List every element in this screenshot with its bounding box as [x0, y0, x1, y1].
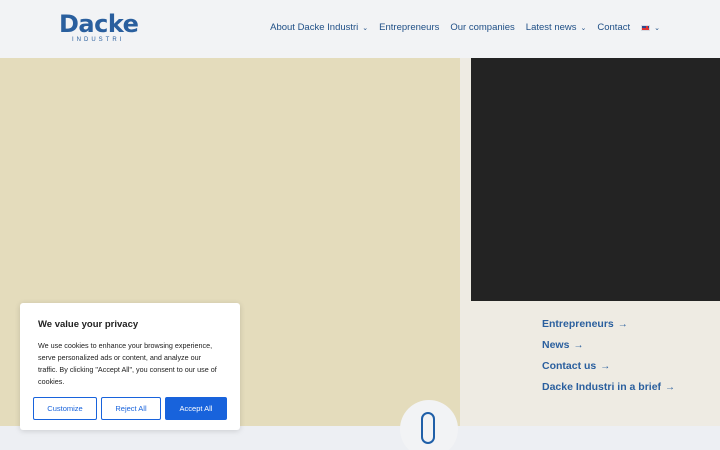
link-contact-us-label: Contact us: [542, 360, 597, 372]
cookie-consent-dialog: We value your privacy We use cookies to …: [20, 303, 240, 430]
chevron-down-icon: ⌄: [580, 24, 587, 32]
mouse-scroll-icon: [421, 412, 435, 444]
chevron-down-icon: ⌄: [654, 24, 660, 32]
link-contact-us[interactable]: Contact us →: [542, 359, 675, 373]
customize-button[interactable]: Customize: [33, 397, 97, 420]
nav-entrepreneurs-label: Entrepreneurs: [379, 22, 440, 33]
nav-contact[interactable]: Contact: [597, 22, 630, 33]
accept-all-button[interactable]: Accept All: [165, 397, 227, 420]
arrow-right-icon: →: [617, 318, 628, 330]
link-news[interactable]: News →: [542, 338, 675, 352]
video-panel: [471, 58, 720, 301]
cookie-title: We value your privacy: [38, 319, 139, 330]
cookie-text: We use cookies to enhance your browsing …: [38, 341, 217, 386]
logo[interactable]: Dacke INDUSTRI: [59, 10, 139, 43]
uk-flag-icon: [641, 24, 651, 31]
link-entrepreneurs[interactable]: Entrepreneurs →: [542, 317, 675, 331]
cookie-actions: Customize Reject All Accept All: [33, 397, 227, 420]
link-in-brief-label: Dacke Industri in a brief: [542, 381, 662, 393]
language-switcher[interactable]: ⌄: [641, 24, 660, 32]
main-nav: About Dacke Industri ⌄ Entrepreneurs Our…: [270, 22, 660, 33]
nav-entrepreneurs[interactable]: Entrepreneurs: [379, 22, 439, 33]
arrow-right-icon: →: [600, 360, 611, 372]
nav-about[interactable]: About Dacke Industri ⌄: [270, 22, 368, 33]
nav-latest-news-label: Latest news: [525, 22, 577, 33]
reject-all-button[interactable]: Reject All: [101, 397, 161, 420]
chevron-down-icon: ⌄: [362, 24, 369, 32]
nav-contact-label: Contact: [597, 22, 631, 33]
quick-links: Entrepreneurs → News → Contact us → Dack…: [542, 317, 675, 394]
logo-wordmark: Dacke: [59, 10, 139, 38]
arrow-right-icon: →: [665, 381, 676, 393]
nav-latest-news[interactable]: Latest news ⌄: [526, 22, 587, 33]
site-header: Dacke INDUSTRI About Dacke Industri ⌄ En…: [0, 0, 720, 58]
panel-gap: [460, 58, 471, 301]
nav-about-label: About Dacke Industri: [270, 22, 359, 33]
arrow-right-icon: →: [573, 339, 584, 351]
link-entrepreneurs-label: Entrepreneurs: [542, 318, 614, 330]
nav-our-companies[interactable]: Our companies: [450, 22, 514, 33]
link-in-brief[interactable]: Dacke Industri in a brief →: [542, 380, 675, 394]
link-news-label: News: [542, 339, 570, 351]
nav-our-companies-label: Our companies: [450, 22, 515, 33]
